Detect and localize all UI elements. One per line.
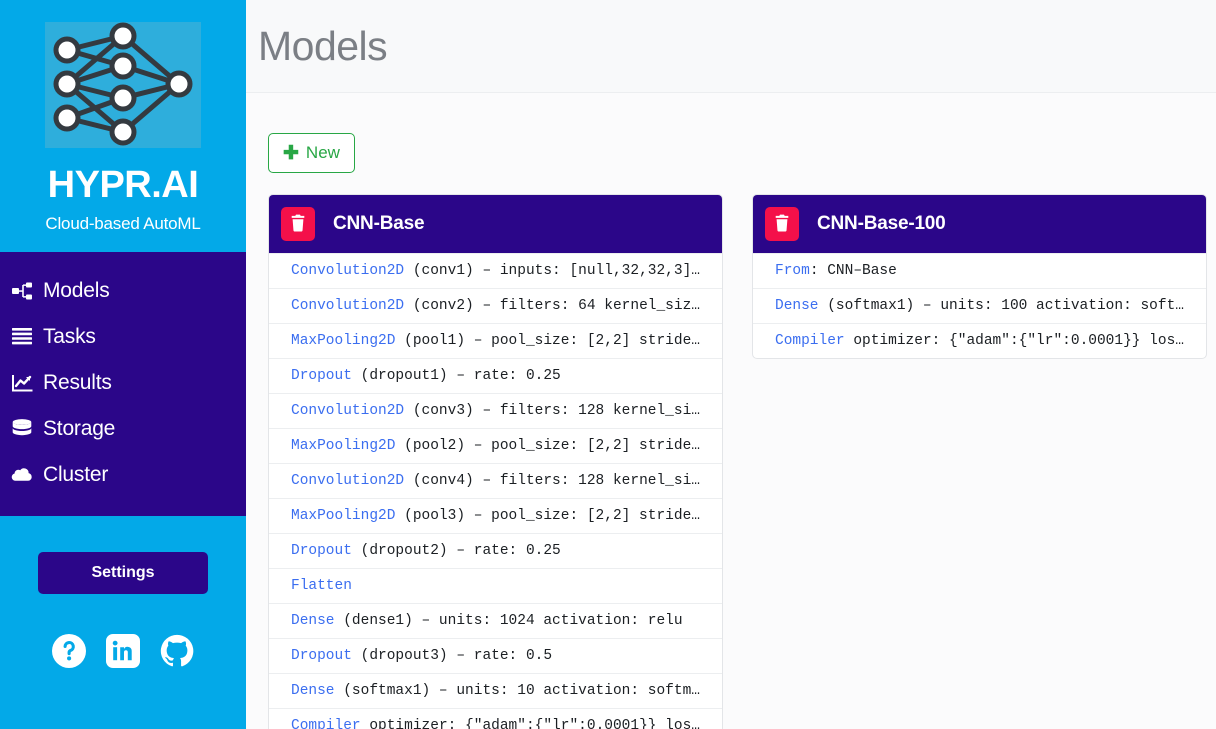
sidebar-item-results[interactable]: Results <box>0 360 246 406</box>
social-links <box>0 633 246 673</box>
app-root: HYPR.AI Cloud-based AutoML Models Tasks … <box>0 0 1216 729</box>
model-layer-row[interactable]: MaxPooling2D (pool1) – pool_size: [2,2] … <box>269 323 722 358</box>
model-compiler-row[interactable]: Compiler optimizer: {"adam":{"lr":0.0001… <box>753 323 1206 358</box>
model-layer-row[interactable]: Dense (dense1) – units: 1024 activation:… <box>269 603 722 638</box>
trash-icon <box>774 214 790 235</box>
model-layer-row[interactable]: Convolution2D (conv2) – filters: 64 kern… <box>269 288 722 323</box>
delete-model-button[interactable] <box>765 207 799 241</box>
layer-type: Convolution2D <box>291 403 405 419</box>
sidebar-item-label: Results <box>43 370 112 394</box>
layer-type: Compiler <box>775 333 845 349</box>
model-layer-row[interactable]: Convolution2D (conv1) – inputs: [null,32… <box>269 253 722 288</box>
github-icon[interactable] <box>160 634 194 673</box>
sidebar-item-models[interactable]: Models <box>0 268 246 314</box>
model-compiler-row[interactable]: Compiler optimizer: {"adam":{"lr":0.0001… <box>269 708 722 729</box>
brand-name: HYPR.AI <box>47 164 199 206</box>
delete-model-button[interactable] <box>281 207 315 241</box>
layer-type: Dropout <box>291 368 352 384</box>
trash-icon <box>290 214 306 235</box>
layer-params: (softmax1) – units: 10 activation: softm… <box>334 683 700 699</box>
list-icon <box>8 326 36 348</box>
new-model-button-label: New <box>305 143 340 162</box>
model-card: CNN-Base-100 From: CNN–Base Dense (softm… <box>752 194 1207 359</box>
chart-line-icon <box>8 372 36 394</box>
model-layer-row[interactable]: Flatten <box>269 568 722 603</box>
layer-params: (softmax1) – units: 100 activation: soft… <box>818 298 1184 314</box>
layer-type: Dropout <box>291 648 352 664</box>
model-parent-row[interactable]: From: CNN–Base <box>753 253 1206 288</box>
model-card-title: CNN-Base-100 <box>817 213 946 234</box>
model-layer-row[interactable]: Convolution2D (conv4) – filters: 128 ker… <box>269 463 722 498</box>
main-content: Models ✚ New CNN-Base Convolution2D (con… <box>246 0 1216 729</box>
model-cards-list: CNN-Base Convolution2D (conv1) – inputs:… <box>268 194 1216 729</box>
sidebar: HYPR.AI Cloud-based AutoML Models Tasks … <box>0 0 246 729</box>
layer-params: optimizer: {"adam":{"lr":0.0001}} los… <box>360 718 700 729</box>
neural-network-logo-svg <box>53 22 193 146</box>
layer-type: Dense <box>291 683 335 699</box>
layer-type: MaxPooling2D <box>291 333 396 349</box>
model-layer-row[interactable]: MaxPooling2D (pool2) – pool_size: [2,2] … <box>269 428 722 463</box>
layer-type: Compiler <box>291 718 361 729</box>
layer-params: (conv2) – filters: 64 kernel_siz… <box>404 298 700 314</box>
layer-type: Dense <box>291 613 335 629</box>
neural-network-logo <box>45 22 201 148</box>
model-layer-row[interactable]: Dense (softmax1) – units: 10 activation:… <box>269 673 722 708</box>
layer-params: (pool1) – pool_size: [2,2] stride… <box>395 333 700 349</box>
sidebar-item-storage[interactable]: Storage <box>0 406 246 452</box>
sidebar-nav: Models Tasks Results Storage Cluster <box>0 251 246 516</box>
sidebar-item-tasks[interactable]: Tasks <box>0 314 246 360</box>
model-layer-row[interactable]: Convolution2D (conv3) – filters: 128 ker… <box>269 393 722 428</box>
layer-params: (dropout3) – rate: 0.5 <box>351 648 553 664</box>
layer-params: (conv3) – filters: 128 kernel_si… <box>404 403 700 419</box>
sidebar-item-label: Cluster <box>43 462 109 486</box>
layer-params: (conv1) – inputs: [null,32,32,3]… <box>404 263 700 279</box>
model-layer-row[interactable]: Dropout (dropout2) – rate: 0.25 <box>269 533 722 568</box>
new-model-button[interactable]: ✚ New <box>268 133 355 173</box>
brand-block: HYPR.AI Cloud-based AutoML <box>0 0 246 234</box>
plus-icon: ✚ <box>283 142 299 164</box>
help-icon[interactable] <box>52 633 86 673</box>
layer-type: Convolution2D <box>291 298 405 314</box>
sitemap-icon <box>8 280 36 302</box>
sidebar-item-cluster[interactable]: Cluster <box>0 452 246 498</box>
layer-params: (dense1) – units: 1024 activation: relu <box>334 613 683 629</box>
layer-params: optimizer: {"adam":{"lr":0.0001}} los… <box>844 333 1184 349</box>
linkedin-icon[interactable] <box>106 633 140 673</box>
layer-type: Convolution2D <box>291 473 405 489</box>
layer-type: MaxPooling2D <box>291 508 396 524</box>
database-icon <box>8 418 36 440</box>
model-layer-row[interactable]: MaxPooling2D (pool3) – pool_size: [2,2] … <box>269 498 722 533</box>
sidebar-item-label: Tasks <box>43 324 96 348</box>
page-title: Models <box>258 22 388 69</box>
model-layer-row[interactable]: Dropout (dropout1) – rate: 0.25 <box>269 358 722 393</box>
model-card-header: CNN-Base-100 <box>753 195 1206 253</box>
model-layer-row[interactable]: Dropout (dropout3) – rate: 0.5 <box>269 638 722 673</box>
layer-params: (conv4) – filters: 128 kernel_si… <box>404 473 700 489</box>
layer-type: Dropout <box>291 543 352 559</box>
layer-params: (pool3) – pool_size: [2,2] stride… <box>395 508 700 524</box>
layer-type: Dense <box>775 298 819 314</box>
layer-params: (pool2) – pool_size: [2,2] stride… <box>395 438 700 454</box>
parent-value: : CNN–Base <box>809 263 897 279</box>
layer-type: Convolution2D <box>291 263 405 279</box>
layer-type: MaxPooling2D <box>291 438 396 454</box>
sidebar-item-label: Storage <box>43 416 116 440</box>
layer-params: (dropout1) – rate: 0.25 <box>351 368 561 384</box>
sidebar-footer: Settings <box>0 516 246 673</box>
content-area: ✚ New CNN-Base Convolution2D (conv1) – i… <box>246 93 1216 729</box>
layer-type: Flatten <box>291 578 352 594</box>
model-layer-row[interactable]: Dense (softmax1) – units: 100 activation… <box>753 288 1206 323</box>
brand-tagline: Cloud-based AutoML <box>45 213 201 233</box>
model-card: CNN-Base Convolution2D (conv1) – inputs:… <box>268 194 723 729</box>
model-card-header: CNN-Base <box>269 195 722 253</box>
cloud-icon <box>8 464 36 486</box>
page-header: Models <box>246 0 1216 93</box>
layer-params: (dropout2) – rate: 0.25 <box>351 543 561 559</box>
settings-button[interactable]: Settings <box>38 551 208 594</box>
parent-label: From <box>775 263 810 279</box>
sidebar-item-label: Models <box>43 278 110 302</box>
model-card-title: CNN-Base <box>333 213 425 234</box>
